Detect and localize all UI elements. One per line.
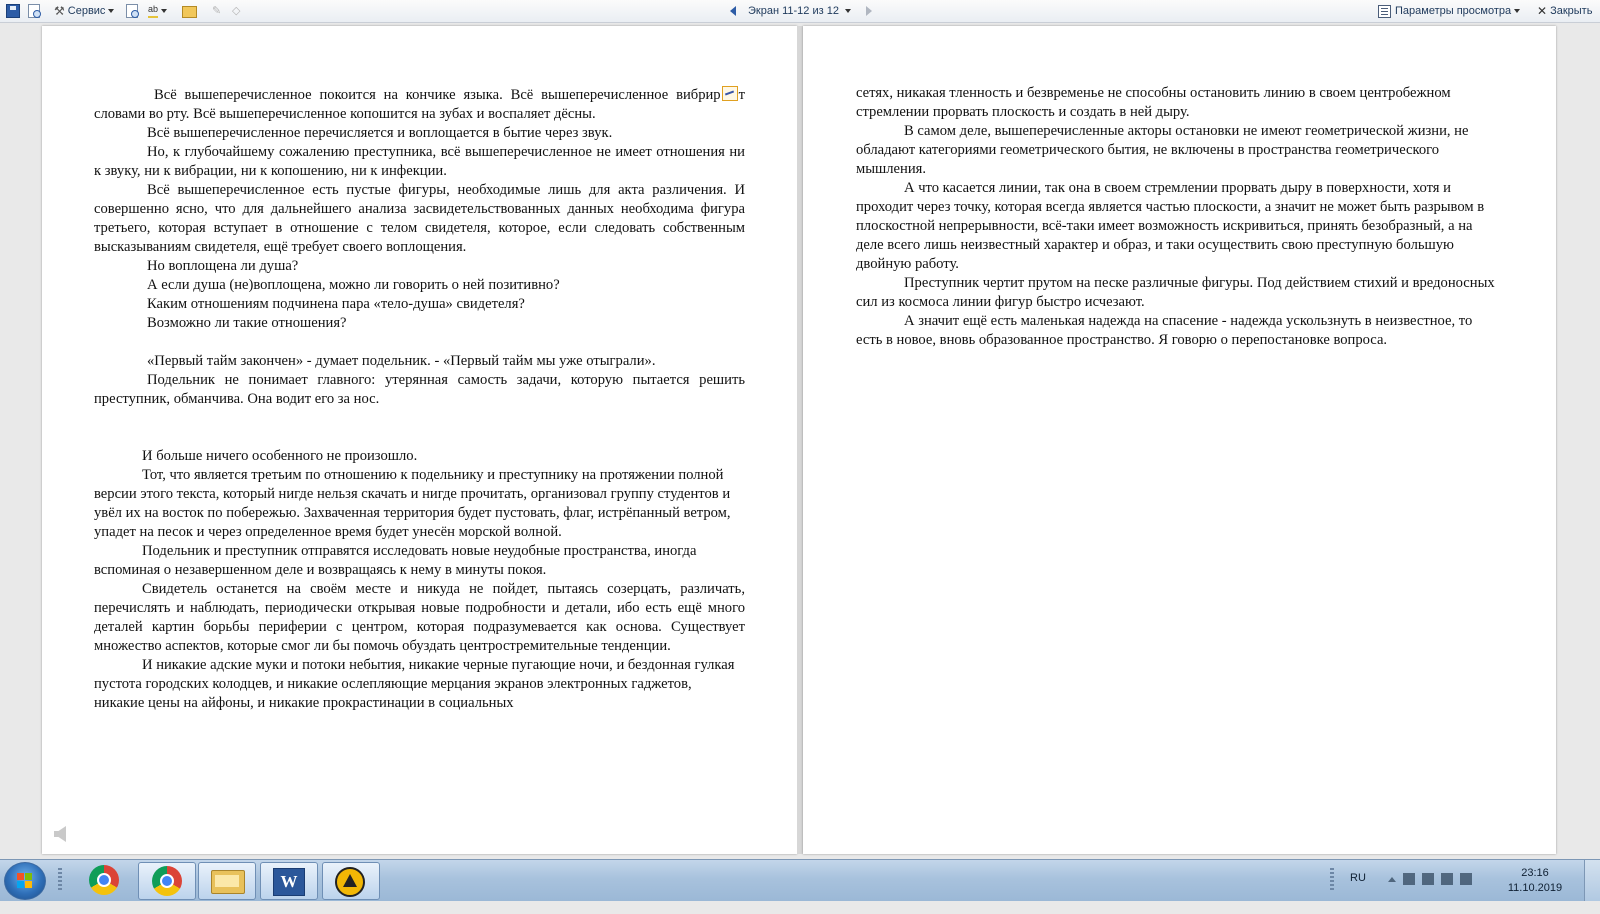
view-options-button[interactable]: Параметры просмотра: [1378, 3, 1521, 19]
clock[interactable]: 23:16 11.10.2019: [1500, 866, 1570, 907]
close-icon: ✕: [1537, 4, 1548, 18]
start-button[interactable]: [4, 862, 46, 900]
screen-indicator: Экран 11-12 из 12: [748, 5, 839, 17]
service-menu-button[interactable]: ⚒ Сервис: [54, 3, 115, 19]
save-button[interactable]: [6, 3, 20, 19]
tag-icon: ◇: [232, 5, 241, 17]
network-icon[interactable]: [1403, 873, 1415, 885]
edit-button[interactable]: ✎: [212, 3, 226, 19]
page-text[interactable]: сетях, никакая тленность и безвременье н…: [856, 84, 1500, 350]
paragraph: Но воплощена ли душа?: [147, 258, 299, 274]
paragraph: Всё вышеперечисленное перечисляется и во…: [147, 125, 613, 141]
chevron-down-icon: [161, 9, 168, 13]
close-label: Закрыть: [1550, 5, 1593, 17]
display-icon[interactable]: [1441, 873, 1453, 885]
save-icon: [6, 4, 20, 18]
arrow-right-icon: [866, 6, 872, 16]
paragraph: И никакие адские муки и потоки небытия, …: [94, 657, 735, 711]
paragraph: А значит ещё есть маленькая надежда на с…: [856, 313, 1473, 348]
print-preview-button[interactable]: [28, 3, 41, 19]
chrome-icon: [89, 865, 119, 895]
paragraph: Тот, что является третьим по отношению к…: [94, 467, 731, 540]
service-menu-label: Сервис: [67, 5, 106, 17]
reading-view-toolbar: ⚒ Сервис ab ✎ ◇ Экран 11-12 из 12 Параме…: [0, 0, 1600, 23]
spelling-icon: ab: [148, 4, 159, 18]
paragraph: А если душа (не)воплощена, можно ли гово…: [147, 277, 560, 293]
page-text[interactable]: Всё вышеперечисленное покоится на кончик…: [94, 86, 745, 713]
folder-icon: [182, 6, 197, 18]
chevron-down-icon: [844, 9, 851, 13]
tools-icon: ⚒: [54, 4, 65, 18]
paragraph: Возможно ли такие отношения?: [147, 315, 347, 331]
print-preview-icon: [28, 4, 41, 18]
pencil-icon: ✎: [212, 5, 222, 17]
back-arrow-icon[interactable]: [54, 826, 66, 842]
clock-date: 11.10.2019: [1507, 882, 1563, 894]
taskbar-app-word[interactable]: W: [260, 862, 318, 900]
text-run: Всё вышеперечисленное покоится на кончик…: [154, 87, 721, 103]
document-page-left: Всё вышеперечисленное покоится на кончик…: [42, 26, 797, 854]
folder-icon: [211, 870, 245, 894]
clock-time: 23:16: [1521, 867, 1549, 879]
previous-screen-button[interactable]: [730, 3, 736, 19]
autocorrect-icon[interactable]: [721, 86, 738, 101]
paragraph: Но, к глубочайшему сожалению преступника…: [94, 144, 745, 179]
system-tray: [1388, 873, 1472, 914]
paragraph: Всё вышеперечисленное покоится на кончик…: [94, 86, 745, 124]
paragraph: И больше ничего особенного не произошло.: [142, 448, 418, 464]
document-page-right: сетях, никакая тленность и безвременье н…: [803, 26, 1556, 854]
paragraph: В самом деле, вышеперечисленные акторы о…: [856, 123, 1469, 177]
arrow-left-icon: [730, 6, 736, 16]
taskbar-app-chrome[interactable]: [138, 862, 196, 900]
screen-selector[interactable]: Экран 11-12 из 12: [748, 3, 851, 19]
new-comment-button[interactable]: [182, 3, 197, 19]
paragraph: Каким отношениям подчинена пара «тело-ду…: [147, 296, 525, 312]
paragraph: «Первый тайм закончен» - думает подельни…: [147, 353, 656, 369]
paragraph: Всё вышеперечисленное есть пустые фигуры…: [94, 182, 745, 255]
tag-button[interactable]: ◇: [232, 3, 246, 19]
paragraph: Свидетель останется на своём месте и ник…: [94, 581, 745, 654]
volume-icon[interactable]: [1422, 873, 1434, 885]
taskbar-app-explorer[interactable]: [198, 862, 256, 900]
taskbar-app-chrome[interactable]: [76, 862, 132, 898]
paragraph: Подельник не понимает главного: утерянна…: [94, 372, 745, 407]
paragraph: А что касается линии, так она в своем ст…: [856, 180, 1485, 272]
chevron-down-icon: [1514, 9, 1521, 13]
taskbar-grip: [1330, 868, 1334, 892]
taskbar-app-aimp[interactable]: [322, 862, 380, 900]
empty-line: [94, 409, 745, 447]
paragraph: Подельник и преступник отправятся исслед…: [94, 543, 697, 578]
action-center-flag-icon[interactable]: [1460, 873, 1472, 885]
show-hidden-icons-icon[interactable]: [1388, 877, 1396, 882]
chevron-down-icon: [108, 9, 115, 13]
view-options-label: Параметры просмотра: [1395, 5, 1512, 17]
highlight-button[interactable]: ab: [148, 3, 168, 19]
research-button[interactable]: [126, 3, 139, 19]
taskbar: W RU 23:16 11.10.2019: [0, 859, 1600, 901]
aimp-icon: [335, 867, 365, 897]
show-desktop-button[interactable]: [1584, 860, 1600, 901]
next-screen-button[interactable]: [866, 3, 872, 19]
research-icon: [126, 4, 139, 18]
chrome-icon: [152, 866, 182, 896]
close-button[interactable]: ✕ Закрыть: [1537, 3, 1592, 19]
paragraph: сетях, никакая тленность и безвременье н…: [856, 85, 1451, 120]
taskbar-grip: [58, 868, 62, 892]
windows-icon: [17, 873, 33, 889]
empty-line: [94, 333, 745, 352]
paragraph: Преступник чертит прутом на песке различ…: [856, 275, 1495, 310]
view-options-icon: [1378, 4, 1391, 18]
word-icon: W: [273, 868, 305, 896]
language-indicator[interactable]: RU: [1350, 872, 1366, 913]
